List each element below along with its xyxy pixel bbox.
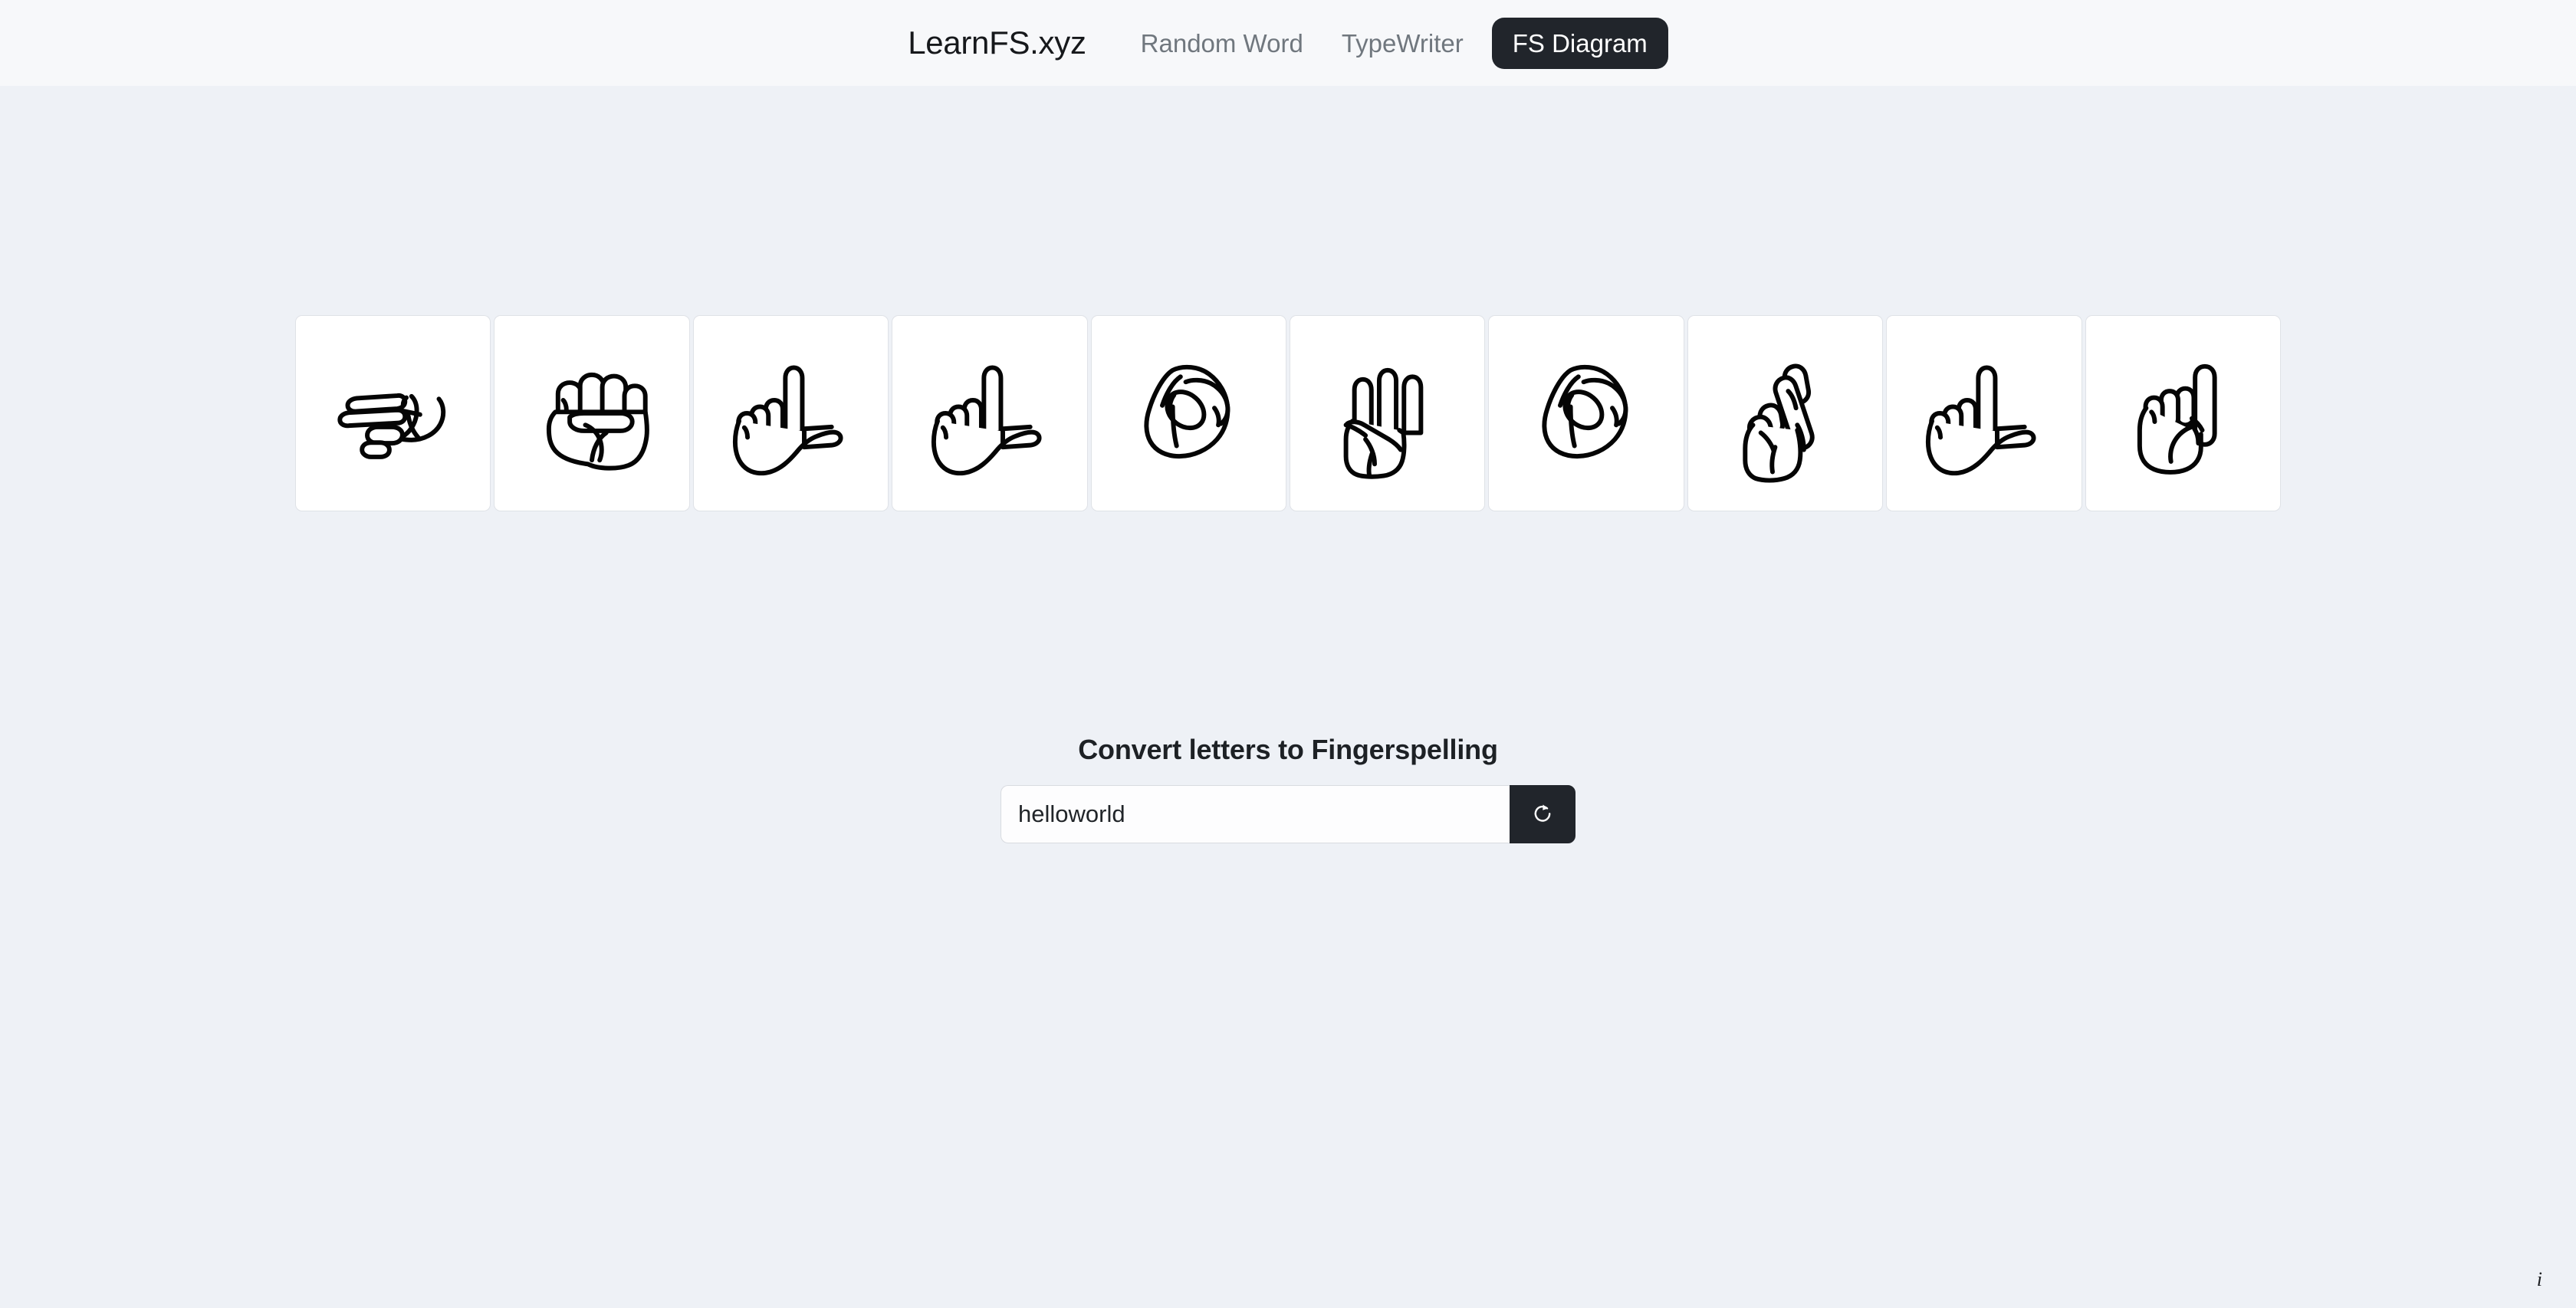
refresh-button[interactable] <box>1510 785 1576 843</box>
sign-card-e[interactable] <box>494 315 690 511</box>
nav-link-fs-diagram[interactable]: FS Diagram <box>1491 17 1668 69</box>
sign-card-l-3[interactable] <box>1886 315 2082 511</box>
sign-card-o-2[interactable] <box>1488 315 1684 511</box>
navbar-inner: LearnFS.xyz Random Word TypeWriter FS Di… <box>908 0 1668 86</box>
sign-card-r[interactable] <box>1687 315 1884 511</box>
sign-card-o-1[interactable] <box>1090 315 1287 511</box>
asl-hand-d-icon <box>2137 363 2217 475</box>
asl-hand-o-icon <box>1144 364 1230 459</box>
sign-card-l-1[interactable] <box>692 315 889 511</box>
nav-link-typewriter[interactable]: TypeWriter <box>1322 20 1483 67</box>
asl-hand-w-icon <box>1343 367 1424 479</box>
sign-card-d[interactable] <box>2085 315 2282 511</box>
nav-link-random-word[interactable]: Random Word <box>1122 20 1322 67</box>
fingerspelling-diagram-strip <box>295 315 2282 511</box>
asl-hand-h-icon <box>337 393 445 459</box>
info-marker[interactable]: i <box>2537 1270 2542 1290</box>
converter-section: Convert letters to Fingerspelling <box>0 736 2576 843</box>
sign-card-h[interactable] <box>295 315 491 511</box>
asl-hand-e-icon <box>547 372 649 471</box>
converter-input-group <box>1001 785 1576 843</box>
converter-heading: Convert letters to Fingerspelling <box>1078 734 1498 765</box>
sign-card-w[interactable] <box>1290 315 1486 511</box>
asl-hand-l-icon <box>931 365 1042 476</box>
sign-card-l-2[interactable] <box>892 315 1088 511</box>
convert-text-input[interactable] <box>1001 785 1510 843</box>
asl-hand-l-icon <box>1925 365 2036 476</box>
refresh-icon <box>1534 804 1551 822</box>
asl-hand-o-icon <box>1542 364 1628 459</box>
asl-hand-l-icon <box>732 365 843 476</box>
brand-title: LearnFS.xyz <box>908 25 1086 61</box>
top-navbar: LearnFS.xyz Random Word TypeWriter FS Di… <box>0 0 2576 86</box>
asl-hand-r-icon <box>1742 363 1815 483</box>
